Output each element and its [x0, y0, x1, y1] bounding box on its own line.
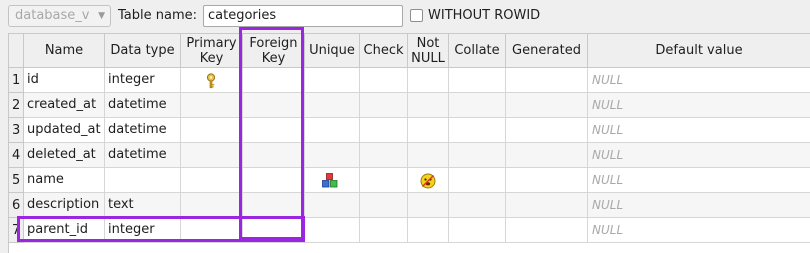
cell-primary-key[interactable]: [181, 118, 243, 143]
cell-default-value[interactable]: NULL: [588, 193, 810, 218]
header-foreign-key[interactable]: Foreign Key: [243, 34, 305, 68]
cell-data-type[interactable]: text: [105, 193, 181, 218]
unique-blocks-icon[interactable]: [322, 173, 338, 192]
cell-check[interactable]: [360, 168, 408, 193]
cell-foreign-key[interactable]: [243, 218, 305, 243]
cell-name[interactable]: updated_at: [24, 118, 105, 143]
cell-check[interactable]: [360, 93, 408, 118]
toolbar: database_v ▼ Table name: categories WITH…: [0, 0, 810, 32]
cell-name[interactable]: name: [24, 168, 105, 193]
fields-table: Name Data type Primary Key Foreign Key U…: [8, 33, 810, 253]
cell-unique[interactable]: [305, 218, 360, 243]
cell-collate[interactable]: [449, 118, 506, 143]
cell-check[interactable]: [360, 118, 408, 143]
cell-check[interactable]: [360, 68, 408, 93]
cell-not-null[interactable]: [408, 118, 449, 143]
cell-collate[interactable]: [449, 68, 506, 93]
cell-primary-key[interactable]: [181, 143, 243, 168]
header-primary-key[interactable]: Primary Key: [181, 34, 243, 68]
table-name-input[interactable]: categories: [203, 5, 403, 27]
cell-data-type[interactable]: datetime: [105, 93, 181, 118]
cell-collate[interactable]: [449, 143, 506, 168]
cell-not-null[interactable]: [408, 93, 449, 118]
cell-default-value[interactable]: NULL: [588, 68, 810, 93]
cell-unique[interactable]: [305, 193, 360, 218]
schema-select[interactable]: database_v ▼: [8, 5, 111, 27]
row-number[interactable]: 1: [9, 68, 24, 93]
cell-name[interactable]: created_at: [24, 93, 105, 118]
cell-check[interactable]: [360, 143, 408, 168]
cell-foreign-key[interactable]: [243, 168, 305, 193]
cell-foreign-key[interactable]: [243, 193, 305, 218]
not-null-icon[interactable]: [420, 173, 436, 193]
cell-check[interactable]: [360, 218, 408, 243]
row-number[interactable]: 3: [9, 118, 24, 143]
cell-unique[interactable]: [305, 143, 360, 168]
cell-default-value[interactable]: NULL: [588, 218, 810, 243]
cell-name[interactable]: deleted_at: [24, 143, 105, 168]
row-number[interactable]: 6: [9, 193, 24, 218]
cell-primary-key[interactable]: [181, 168, 243, 193]
cell-collate[interactable]: [449, 93, 506, 118]
cell-generated[interactable]: [506, 193, 588, 218]
cell-foreign-key[interactable]: [243, 68, 305, 93]
cell-name[interactable]: id: [24, 68, 105, 93]
cell-data-type[interactable]: datetime: [105, 143, 181, 168]
cell-data-type[interactable]: integer: [105, 68, 181, 93]
cell-collate[interactable]: [449, 168, 506, 193]
cell-generated[interactable]: [506, 118, 588, 143]
row-number[interactable]: 5: [9, 168, 24, 193]
cell-default-value[interactable]: NULL: [588, 168, 810, 193]
cell-collate[interactable]: [449, 218, 506, 243]
cell-foreign-key[interactable]: [243, 93, 305, 118]
row-number[interactable]: 7: [9, 218, 24, 243]
cell-data-type[interactable]: integer: [105, 218, 181, 243]
cell-not-null[interactable]: [408, 218, 449, 243]
cell-data-type[interactable]: datetime: [105, 118, 181, 143]
cell-default-value[interactable]: NULL: [588, 118, 810, 143]
cell-unique[interactable]: [305, 68, 360, 93]
cell-data-type[interactable]: [105, 168, 181, 193]
cell-generated[interactable]: [506, 68, 588, 93]
cell-foreign-key[interactable]: [243, 118, 305, 143]
header-unique[interactable]: Unique: [305, 34, 360, 68]
cell-default-value[interactable]: NULL: [588, 143, 810, 168]
cell-primary-key[interactable]: [181, 93, 243, 118]
header-corner: [9, 34, 24, 68]
key-icon[interactable]: [205, 73, 217, 93]
cell-check[interactable]: [360, 193, 408, 218]
cell-not-null[interactable]: [408, 143, 449, 168]
cell-not-null[interactable]: [408, 193, 449, 218]
table-name-label: Table name:: [118, 8, 197, 23]
chevron-down-icon: ▼: [98, 11, 105, 21]
cell-generated[interactable]: [506, 143, 588, 168]
row-number[interactable]: 4: [9, 143, 24, 168]
row-number[interactable]: 2: [9, 93, 24, 118]
cell-name[interactable]: description: [24, 193, 105, 218]
header-name[interactable]: Name: [24, 34, 105, 68]
cell-default-value[interactable]: NULL: [588, 93, 810, 118]
cell-foreign-key[interactable]: [243, 143, 305, 168]
without-rowid-label: WITHOUT ROWID: [428, 8, 541, 23]
header-generated[interactable]: Generated: [506, 34, 588, 68]
cell-primary-key[interactable]: [181, 193, 243, 218]
cell-not-null[interactable]: [408, 68, 449, 93]
schema-select-value: database_v: [15, 8, 90, 23]
cell-generated[interactable]: [506, 93, 588, 118]
cell-primary-key[interactable]: [181, 218, 243, 243]
cell-name[interactable]: parent_id: [24, 218, 105, 243]
cell-generated[interactable]: [506, 168, 588, 193]
cell-generated[interactable]: [506, 218, 588, 243]
header-collate[interactable]: Collate: [449, 34, 506, 68]
cell-collate[interactable]: [449, 193, 506, 218]
cell-unique[interactable]: [305, 93, 360, 118]
header-not-null[interactable]: Not NULL: [408, 34, 449, 68]
header-check[interactable]: Check: [360, 34, 408, 68]
cell-unique[interactable]: [305, 118, 360, 143]
without-rowid-checkbox[interactable]: [410, 9, 423, 22]
header-default-value[interactable]: Default value: [588, 34, 810, 68]
header-data-type[interactable]: Data type: [105, 34, 181, 68]
